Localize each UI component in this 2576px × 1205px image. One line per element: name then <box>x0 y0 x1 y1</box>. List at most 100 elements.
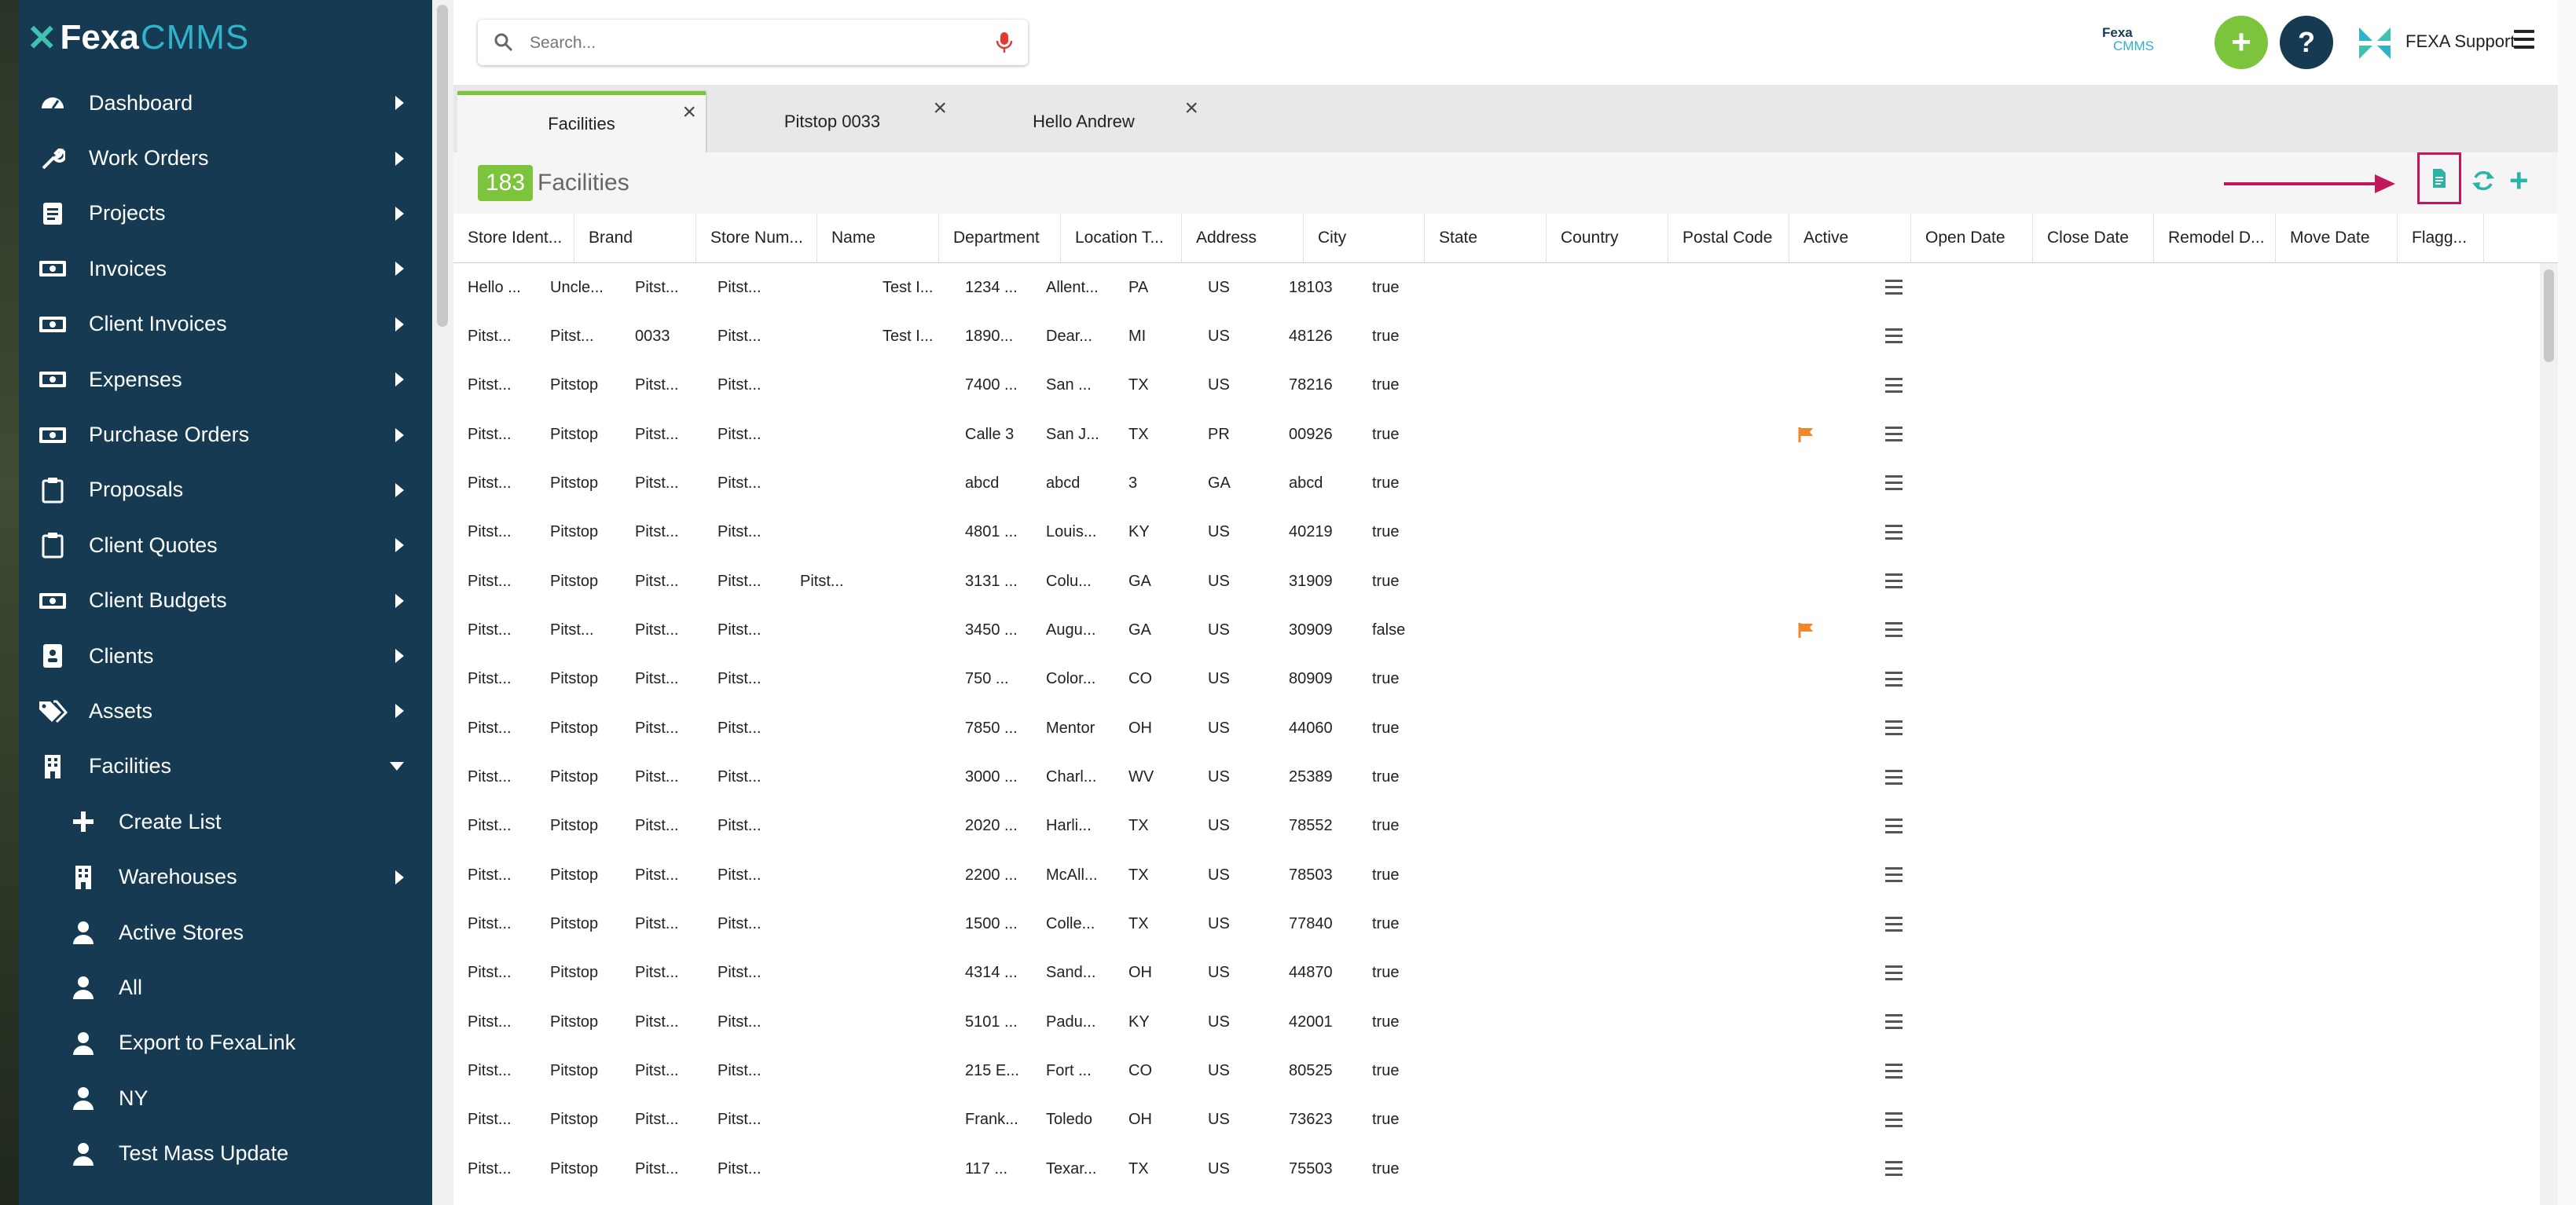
sidebar-item-work-orders[interactable]: Work Orders <box>19 130 432 185</box>
row-menu-icon[interactable] <box>1885 475 1903 494</box>
row-menu-icon[interactable] <box>1885 622 1903 641</box>
column-header[interactable]: Department <box>939 214 1061 262</box>
sidebar-item-projects[interactable]: Projects <box>19 186 432 241</box>
sidebar-item-expenses[interactable]: Expenses <box>19 352 432 407</box>
column-header[interactable]: Postal Code <box>1668 214 1789 262</box>
table-cell: WV <box>1128 768 1154 786</box>
table-row[interactable]: Pitst... Pitst... Pitst... Pitst... 3450 ...… <box>453 606 2540 654</box>
sidebar-subitem-all[interactable]: All <box>19 960 432 1015</box>
sidebar-item-invoices[interactable]: Invoices <box>19 241 432 296</box>
table-cell: Pitst... <box>468 1111 512 1129</box>
table-row[interactable]: Pitst... Pitstop Pitst... Pitst... Frank... T… <box>453 1096 2540 1145</box>
refresh-icon[interactable] <box>2471 168 2496 193</box>
table-row[interactable]: Pitst... Pitstop Pitst... Pitst... 5101 ... P… <box>453 998 2540 1046</box>
sidebar-subitem-create-list[interactable]: Create List <box>19 794 432 849</box>
export-button[interactable] <box>2417 152 2461 204</box>
column-header[interactable]: Close Date <box>2033 214 2154 262</box>
table-row[interactable]: Pitst... Pitstop Pitst... Pitst... 2200 ... M… <box>453 851 2540 899</box>
sidebar-scrollbar[interactable] <box>437 5 448 327</box>
table-row[interactable]: Pitst... Pitstop Pitst... Pitst... 3000 ... C… <box>453 753 2540 802</box>
sidebar-subitem-warehouses[interactable]: Warehouses <box>19 849 432 904</box>
sidebar-item-purchase-orders[interactable]: Purchase Orders <box>19 407 432 462</box>
row-menu-icon[interactable] <box>1885 1014 1903 1033</box>
sidebar-subitem-export-to-fexalink[interactable]: Export to FexaLink <box>19 1016 432 1071</box>
row-menu-icon[interactable] <box>1885 916 1903 936</box>
row-menu-icon[interactable] <box>1885 524 1903 544</box>
column-header[interactable]: Country <box>1547 214 1668 262</box>
row-menu-icon[interactable] <box>1885 573 1903 592</box>
hamburger-menu-icon[interactable] <box>2514 30 2534 53</box>
row-menu-icon[interactable] <box>1885 769 1903 789</box>
sidebar-item-client-quotes[interactable]: Client Quotes <box>19 518 432 573</box>
table-row[interactable]: Pitst... Pitstop Pitst... Pitst... 7400 ... S… <box>453 361 2540 410</box>
table-row[interactable]: Pitst... Pitstop Pitst... Pitst... 4314 ... S… <box>453 949 2540 998</box>
column-header[interactable]: Active <box>1789 214 1911 262</box>
fexa-logo[interactable]: ✕ Fexa CMMS <box>27 14 249 61</box>
row-menu-icon[interactable] <box>1885 328 1903 347</box>
sidebar-item-assets[interactable]: Assets <box>19 683 432 738</box>
sidebar-subitem-test-mass-update[interactable]: Test Mass Update <box>19 1126 432 1181</box>
row-menu-icon[interactable] <box>1885 965 1903 984</box>
row-menu-icon[interactable] <box>1885 818 1903 837</box>
quick-add-button[interactable]: + <box>2215 16 2268 69</box>
table-row[interactable]: Pitst... Pitst... 0033 Pitst... Test I... 189… <box>453 312 2540 361</box>
row-menu-icon[interactable] <box>1885 867 1903 886</box>
row-menu-icon[interactable] <box>1885 720 1903 739</box>
table-cell: true <box>1372 376 1400 394</box>
tab-pitstop-0033[interactable]: Pitstop 0033 × <box>708 91 956 152</box>
user-name[interactable]: FEXA Support <box>2405 31 2515 52</box>
column-header[interactable]: Flagg... <box>2398 214 2484 262</box>
tab-facilities[interactable]: Facilities × <box>457 91 706 152</box>
row-menu-icon[interactable] <box>1885 671 1903 690</box>
table-row[interactable]: Pitst... Pitstop Pitst... Pitst... 2020 ... H… <box>453 802 2540 851</box>
sidebar-item-client-budgets[interactable]: Client Budgets <box>19 573 432 628</box>
column-header[interactable]: Store Num... <box>696 214 817 262</box>
column-header[interactable]: Remodel D... <box>2154 214 2276 262</box>
row-menu-icon[interactable] <box>1885 1063 1903 1082</box>
sidebar-item-proposals[interactable]: Proposals <box>19 463 432 518</box>
table-row[interactable]: Pitst... Pitstop Pitst... Pitst... 117 ... Te… <box>453 1145 2540 1193</box>
column-header[interactable]: Address <box>1182 214 1304 262</box>
close-icon[interactable]: × <box>933 97 947 120</box>
sidebar-item-clients[interactable]: Clients <box>19 628 432 683</box>
row-menu-icon[interactable] <box>1885 427 1903 445</box>
column-header[interactable]: Move Date <box>2276 214 2398 262</box>
close-icon[interactable]: × <box>682 101 696 124</box>
sidebar-item-dashboard[interactable]: Dashboard <box>19 75 432 130</box>
row-menu-icon[interactable] <box>1885 1161 1903 1180</box>
sidebar-item-facilities[interactable]: Facilities <box>19 739 432 794</box>
table-row[interactable]: Hello ... Uncle... Pitst... Pitst... Test I.… <box>453 263 2540 312</box>
sidebar-subitem-ny[interactable]: NY <box>19 1071 432 1126</box>
microphone-icon[interactable] <box>995 31 1014 54</box>
sidebar-item-client-invoices[interactable]: Client Invoices <box>19 297 432 352</box>
flag-icon[interactable] <box>1797 621 1815 643</box>
table-row[interactable]: Pitst... Pitstop Pitst... Pitst... 4801 ... L… <box>453 508 2540 557</box>
table-row[interactable]: Pitst... Pitstop Pitst... Pitst... Pitst... 3… <box>453 557 2540 606</box>
table-cell: Pitst... <box>717 817 761 835</box>
row-menu-icon[interactable] <box>1885 280 1903 299</box>
column-header[interactable]: State <box>1425 214 1547 262</box>
column-header[interactable]: Store Ident... <box>453 214 574 262</box>
column-header[interactable]: Name <box>817 214 939 262</box>
column-header[interactable]: Location T... <box>1061 214 1182 262</box>
column-header[interactable]: Open Date <box>1911 214 2033 262</box>
table-row[interactable]: Pitst... Pitstop Pitst... Pitst... 1500 ... C… <box>453 900 2540 949</box>
table-scrollbar-thumb[interactable] <box>2544 269 2554 362</box>
column-header[interactable]: City <box>1304 214 1425 262</box>
column-header[interactable]: Brand <box>574 214 696 262</box>
sidebar-subitem-active-stores[interactable]: Active Stores <box>19 905 432 960</box>
table-row[interactable]: Pitst... Pitstop Pitst... Pitst... 215 E... F… <box>453 1047 2540 1096</box>
flag-icon[interactable] <box>1797 426 1815 448</box>
close-icon[interactable]: × <box>1184 97 1198 120</box>
search-input[interactable] <box>528 27 971 59</box>
table-row[interactable]: Pitst... Pitstop Pitst... Pitst... Calle 3 Sa… <box>453 410 2540 459</box>
add-facility-button[interactable]: + <box>2509 162 2529 200</box>
table-row[interactable]: Pitst... Pitstop Pitst... Pitst... 750 ... Co… <box>453 655 2540 704</box>
table-scrollbar[interactable] <box>2540 263 2558 1205</box>
table-row[interactable]: Pitst... Pitstop Pitst... Pitst... 7850 ... M… <box>453 704 2540 753</box>
row-menu-icon[interactable] <box>1885 377 1903 397</box>
tab-hello-andrew[interactable]: Hello Andrew × <box>960 91 1208 152</box>
table-row[interactable]: Pitst... Pitstop Pitst... Pitst... abcd abcd 3… <box>453 459 2540 507</box>
row-menu-icon[interactable] <box>1885 1112 1903 1131</box>
help-button[interactable]: ? <box>2280 16 2333 69</box>
